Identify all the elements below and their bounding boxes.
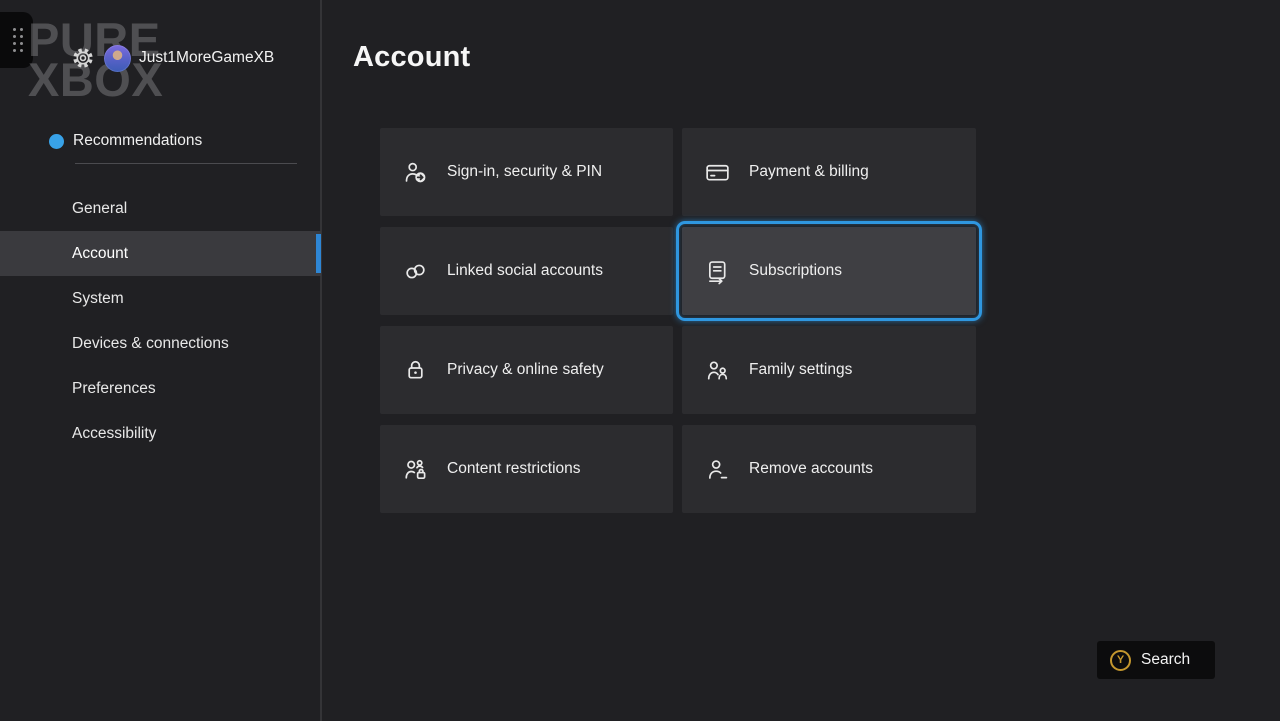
- privacy-lock-icon: [402, 357, 429, 384]
- linked-accounts-icon: [402, 258, 429, 285]
- grip-dots-icon: [13, 28, 23, 52]
- tile-content-restrictions[interactable]: Content restrictions: [380, 425, 673, 513]
- profile-row: Just1MoreGameXB: [70, 44, 274, 72]
- sidebar-item-label: Accessibility: [72, 425, 156, 443]
- sidebar-item-label: Preferences: [72, 380, 156, 398]
- tile-sign-in-security-pin[interactable]: Sign-in, security & PIN: [380, 128, 673, 216]
- tile-label: Linked social accounts: [447, 262, 603, 280]
- settings-tile-grid: Sign-in, security & PIN Payment & billin…: [380, 128, 976, 513]
- tile-label: Privacy & online safety: [447, 361, 604, 379]
- y-button-icon: Y: [1110, 650, 1131, 671]
- search-label: Search: [1141, 651, 1190, 669]
- tile-payment-billing[interactable]: Payment & billing: [682, 128, 976, 216]
- sidebar-item-label: Account: [72, 245, 128, 263]
- signin-security-icon: [402, 159, 429, 186]
- payment-card-icon: [704, 159, 731, 186]
- family-icon: [704, 357, 731, 384]
- tile-label: Content restrictions: [447, 460, 581, 478]
- recommendations-label: Recommendations: [73, 132, 202, 150]
- tile-label: Payment & billing: [749, 163, 869, 181]
- tile-label: Family settings: [749, 361, 852, 379]
- tile-privacy-online-safety[interactable]: Privacy & online safety: [380, 326, 673, 414]
- sidebar-nav: General Account System Devices & connect…: [0, 186, 321, 456]
- sidebar-item-account[interactable]: Account: [0, 231, 321, 276]
- tile-label: Subscriptions: [749, 262, 842, 280]
- tile-linked-social-accounts[interactable]: Linked social accounts: [380, 227, 673, 315]
- sidebar-item-accessibility[interactable]: Accessibility: [0, 411, 321, 456]
- tile-label: Remove accounts: [749, 460, 873, 478]
- subscriptions-icon: [704, 258, 731, 285]
- tile-remove-accounts[interactable]: Remove accounts: [682, 425, 976, 513]
- content-restrictions-icon: [402, 456, 429, 483]
- sidebar-item-label: General: [72, 200, 127, 218]
- search-button[interactable]: Y Search: [1097, 641, 1215, 679]
- avatar: [104, 45, 131, 72]
- sidebar-item-system[interactable]: System: [0, 276, 321, 321]
- sidebar-item-devices-connections[interactable]: Devices & connections: [0, 321, 321, 366]
- username: Just1MoreGameXB: [139, 49, 274, 67]
- xbox-settings-screen: PURE XBOX Just1MoreGameXB Recommendation…: [0, 0, 1280, 721]
- recommendations-divider: [75, 163, 297, 164]
- sidebar-item-general[interactable]: General: [0, 186, 321, 231]
- sidebar-item-label: System: [72, 290, 124, 308]
- sidebar-item-recommendations[interactable]: Recommendations: [49, 132, 202, 150]
- tile-label: Sign-in, security & PIN: [447, 163, 602, 181]
- sidebar-item-label: Devices & connections: [72, 335, 229, 353]
- sidebar-item-preferences[interactable]: Preferences: [0, 366, 321, 411]
- tile-subscriptions[interactable]: Subscriptions: [682, 227, 976, 315]
- tile-family-settings[interactable]: Family settings: [682, 326, 976, 414]
- page-title: Account: [353, 41, 470, 74]
- recommendations-dot-icon: [49, 134, 64, 149]
- gear-icon: [70, 45, 96, 71]
- remove-accounts-icon: [704, 456, 731, 483]
